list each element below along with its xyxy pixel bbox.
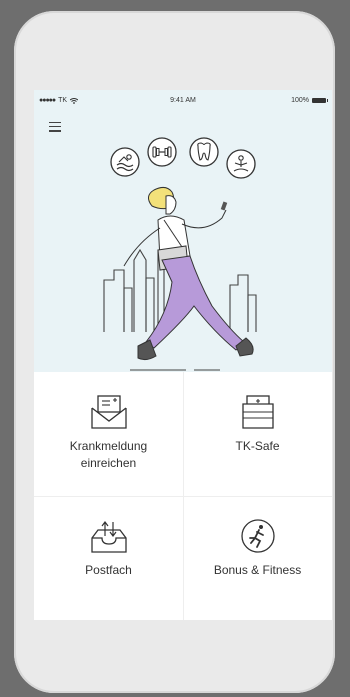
hero-illustration (103, 137, 257, 371)
envelope-report-icon (88, 392, 130, 432)
app-screen: ●●●●● TK 9:41 AM 100% Krankmeldung einre… (34, 90, 332, 620)
tile-label: TK-Safe (235, 439, 280, 453)
running-icon (237, 516, 279, 556)
walking-woman-illustration (123, 186, 254, 371)
battery-icon (312, 98, 328, 103)
tile-label: Bonus & Fitness (213, 563, 302, 577)
battery-percent: 100% (291, 97, 309, 104)
folder-safe-icon (237, 392, 279, 432)
swimming-icon (110, 147, 140, 177)
tile-bonus-fitness[interactable]: Bonus & Fitness (183, 496, 332, 620)
meditation-icon (226, 149, 256, 179)
tile-krankmeldung[interactable]: Krankmeldung einreichen (34, 372, 183, 496)
action-grid: Krankmeldung einreichen TK-Safe Postfach… (34, 372, 332, 620)
tile-postfach[interactable]: Postfach (34, 496, 183, 620)
tile-label: Postfach (85, 563, 132, 577)
status-bar: ●●●●● TK 9:41 AM 100% (34, 90, 332, 110)
tile-label: Krankmeldung einreichen (69, 439, 148, 470)
dumbbell-icon (147, 137, 177, 167)
status-time: 9:41 AM (170, 97, 196, 104)
hero-illustration-area (34, 110, 332, 372)
tooth-icon (189, 137, 219, 167)
tile-tk-safe[interactable]: TK-Safe (183, 372, 332, 496)
inbox-icon (88, 516, 130, 556)
